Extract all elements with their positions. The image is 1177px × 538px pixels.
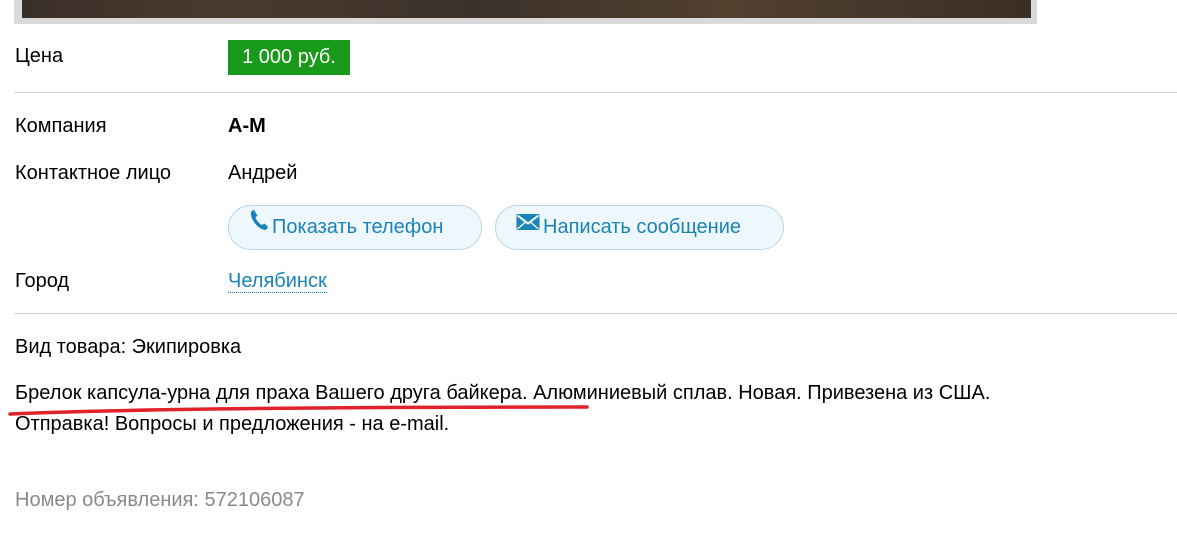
divider (14, 313, 1177, 314)
photo-frame (14, 0, 1037, 24)
description-line-1: Брелок капсула-урна для праха Вашего дру… (15, 382, 991, 404)
company-name: А-М (228, 115, 266, 137)
price-badge: 1 000 руб. (228, 40, 350, 75)
city-label: Город (15, 270, 70, 292)
ad-number: Номер объявления: 572106087 (15, 489, 305, 511)
send-message-button[interactable]: Написать сообщение (495, 205, 784, 250)
phone-icon (249, 204, 269, 247)
contact-label: Контактное лицо (15, 162, 172, 184)
company-label: Компания (15, 115, 107, 137)
city-value: Челябинск (228, 269, 327, 293)
city-link[interactable]: Челябинск (228, 270, 327, 293)
price-label: Цена (15, 45, 64, 67)
show-phone-label: Показать телефон (272, 216, 444, 238)
listing-photo[interactable] (22, 0, 1031, 18)
product-type: Вид товара: Экипировка (15, 336, 242, 358)
send-message-label: Написать сообщение (543, 216, 742, 238)
show-phone-button[interactable]: Показать телефон (228, 205, 482, 250)
envelope-icon (516, 204, 540, 247)
description-line-2: Отправка! Вопросы и предложения - на e-m… (15, 413, 450, 435)
divider (14, 92, 1177, 93)
ad-details: Цена 1 000 руб. Компания А-М Контактное … (0, 0, 1177, 538)
contact-name: Андрей (228, 162, 298, 184)
